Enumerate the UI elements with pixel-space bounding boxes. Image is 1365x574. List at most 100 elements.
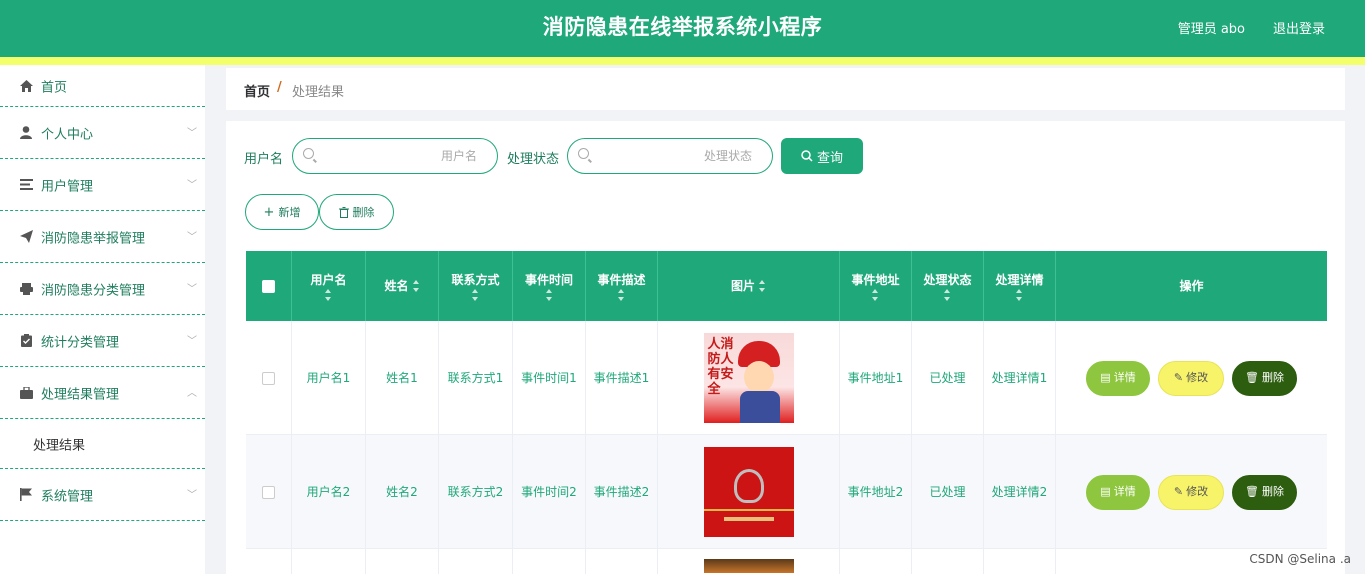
sidebar-item-result-management[interactable]: 处理结果管理 ︿ [0, 367, 205, 419]
chevron-up-icon: ︿ [187, 387, 197, 399]
column-header[interactable]: 姓名 [366, 251, 439, 321]
column-header[interactable]: 处理状态 [912, 251, 984, 321]
report-image[interactable] [703, 447, 794, 537]
search-icon [801, 150, 813, 162]
delete-button[interactable]: 🗑 删除 [1232, 474, 1297, 510]
add-button[interactable]: + 新增 [245, 194, 319, 230]
select-all-header [246, 251, 292, 321]
cell-username: 用户名2 [292, 435, 366, 549]
home-icon [19, 79, 33, 93]
chevron-down-icon: ﹀ [187, 335, 197, 347]
column-header[interactable]: 用户名 [292, 251, 366, 321]
printer-icon [19, 282, 33, 296]
report-image[interactable] [703, 559, 794, 573]
chevron-down-icon: ﹀ [187, 231, 197, 243]
detail-button[interactable]: ▤ 详情 [1086, 360, 1150, 396]
table-header: 用户名 姓名 联系方式 事件时间 事件描述 图片 事件地址 处理状态 处理详情 … [246, 251, 1327, 321]
chevron-down-icon: ﹀ [187, 283, 197, 295]
cell-detail: 处理详情1 [984, 321, 1056, 435]
sidebar-item-label: 消防隐患举报管理 [41, 231, 146, 246]
trash-icon: 🗑 [1245, 485, 1259, 498]
sidebar-item-personal-center[interactable]: 个人中心 ﹀ [0, 107, 205, 159]
delete-button[interactable]: 🗑 删除 [1232, 360, 1297, 396]
document-icon: ▤ [1100, 485, 1111, 498]
column-header[interactable]: 处理详情 [984, 251, 1056, 321]
username-input[interactable] [323, 139, 477, 173]
document-icon: ▤ [1100, 371, 1111, 384]
cell-time: 事件时间2 [513, 435, 586, 549]
report-image[interactable]: 人消 防人 有安 全 [703, 333, 794, 423]
cell-name: 姓名2 [366, 435, 439, 549]
chevron-down-icon: ﹀ [187, 179, 197, 191]
table-cell [984, 549, 1056, 574]
cell-status: 已处理 [912, 435, 984, 549]
sidebar-item-report-management[interactable]: 消防隐患举报管理 ﹀ [0, 211, 205, 263]
column-header[interactable]: 事件地址 [840, 251, 912, 321]
search-icon [578, 148, 589, 159]
sort-icon [545, 289, 553, 301]
breadcrumb-current: 处理结果 [292, 85, 345, 100]
pencil-icon: ✎ [1173, 371, 1184, 384]
sort-icon [759, 280, 766, 292]
detail-button[interactable]: ▤ 详情 [1086, 474, 1150, 510]
status-label: 处理状态 [507, 152, 560, 167]
table-cell [513, 549, 586, 574]
trash-icon [338, 206, 349, 218]
status-input[interactable] [598, 139, 752, 173]
username-search [292, 138, 498, 174]
current-user: 管理员 abo [1177, 22, 1245, 37]
sort-icon [472, 289, 479, 301]
column-header[interactable]: 事件描述 [586, 251, 658, 321]
sidebar: 首页 个人中心 ﹀ 用户管理 ﹀ 消防隐患举报管理 ﹀ 消防隐患分类管理 ﹀ 统… [0, 65, 205, 574]
sidebar-item-statistics-management[interactable]: 统计分类管理 ﹀ [0, 315, 205, 367]
select-all-checkbox[interactable] [262, 279, 275, 293]
column-header[interactable]: 图片 [658, 251, 840, 321]
row-select-cell [246, 435, 292, 549]
image-band [703, 509, 794, 511]
list-icon [19, 178, 33, 192]
query-button[interactable]: 查询 [781, 138, 863, 174]
cell-status: 已处理 [912, 321, 984, 435]
breadcrumb-home[interactable]: 首页 [244, 81, 270, 100]
table-row: 用户名1 姓名1 联系方式1 事件时间1 事件描述1 人消 防人 有安 全 事件… [246, 321, 1327, 435]
cell-image [658, 549, 840, 574]
cell-contact: 联系方式1 [439, 321, 513, 435]
row-select-cell [246, 321, 292, 435]
logout-link[interactable]: 退出登录 [1273, 18, 1325, 37]
header-stripe [0, 57, 1365, 65]
sort-icon [325, 289, 332, 301]
cell-name: 姓名1 [366, 321, 439, 435]
table-cell [586, 549, 658, 574]
edit-button[interactable]: ✎ 修改 [1158, 360, 1224, 396]
breadcrumb-separator: / [277, 80, 282, 95]
plus-icon: + [263, 204, 275, 220]
edit-button[interactable]: ✎ 修改 [1158, 474, 1224, 510]
batch-delete-button[interactable]: 删除 [319, 194, 394, 230]
cell-image [658, 435, 840, 549]
sort-icon [944, 289, 951, 301]
cell-address: 事件地址1 [840, 321, 912, 435]
image-caption [723, 517, 774, 521]
sort-icon [618, 289, 625, 301]
sidebar-item-home[interactable]: 首页 [0, 65, 205, 107]
briefcase-icon [19, 386, 33, 400]
cell-image: 人消 防人 有安 全 [658, 321, 840, 435]
sidebar-item-label: 统计分类管理 [41, 335, 120, 350]
app-title: 消防隐患在线举报系统小程序 [542, 15, 823, 39]
row-checkbox[interactable] [262, 371, 275, 385]
sidebar-item-category-management[interactable]: 消防隐患分类管理 ﹀ [0, 263, 205, 315]
table-row: 用户名2 姓名2 联系方式2 事件时间2 事件描述2 事件地址2 已处理 处理详… [246, 435, 1327, 549]
row-checkbox[interactable] [262, 485, 275, 499]
flag-icon [19, 488, 33, 502]
query-button-label: 查询 [816, 150, 843, 166]
chevron-down-icon: ﹀ [187, 489, 197, 501]
username-label: 用户名 [244, 152, 284, 167]
sidebar-item-label: 首页 [41, 80, 68, 95]
column-header[interactable]: 联系方式 [439, 251, 513, 321]
sidebar-subitem-results[interactable]: 处理结果 [0, 419, 205, 469]
delete-button-label: 删除 [352, 206, 375, 219]
chevron-down-icon: ﹀ [187, 127, 197, 139]
column-header[interactable]: 事件时间 [513, 251, 586, 321]
sidebar-item-user-management[interactable]: 用户管理 ﹀ [0, 159, 205, 211]
sidebar-item-system-management[interactable]: 系统管理 ﹀ [0, 469, 205, 521]
